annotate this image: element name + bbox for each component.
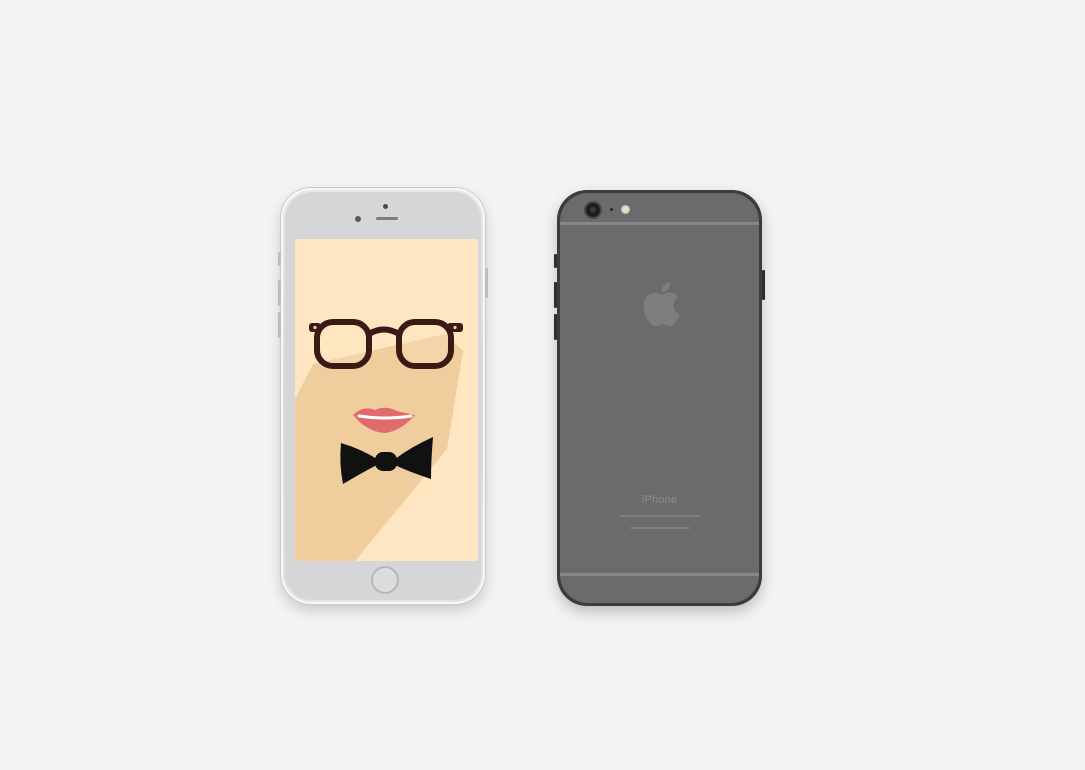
mute-switch	[278, 252, 281, 266]
front-phone	[278, 188, 488, 604]
power-button	[485, 268, 488, 298]
rear-camera	[586, 203, 600, 217]
wallpaper-illustration	[295, 239, 478, 561]
proximity-sensor	[383, 204, 388, 209]
volume-down-button	[278, 312, 281, 338]
flash	[621, 205, 630, 214]
regulatory-text-line	[630, 527, 690, 529]
volume-down-button	[554, 314, 557, 340]
regulatory-text-line	[620, 515, 700, 517]
volume-up-button	[278, 280, 281, 306]
scene-background: iPhone	[0, 0, 1085, 770]
brand-label: iPhone	[641, 494, 678, 506]
front-camera	[355, 216, 361, 222]
back-phone: iPhone	[554, 190, 765, 606]
power-button	[762, 270, 765, 300]
antenna-band-top	[560, 222, 759, 225]
front-face	[285, 192, 481, 600]
antenna-band-bottom	[560, 573, 759, 576]
screen-wallpaper	[295, 239, 478, 561]
home-button[interactable]	[371, 566, 399, 594]
earpiece-speaker	[376, 217, 398, 220]
volume-up-button	[554, 282, 557, 308]
back-panel: iPhone	[560, 193, 759, 603]
mute-switch	[554, 254, 557, 268]
rear-microphone	[610, 208, 613, 211]
apple-logo-icon	[643, 282, 680, 327]
